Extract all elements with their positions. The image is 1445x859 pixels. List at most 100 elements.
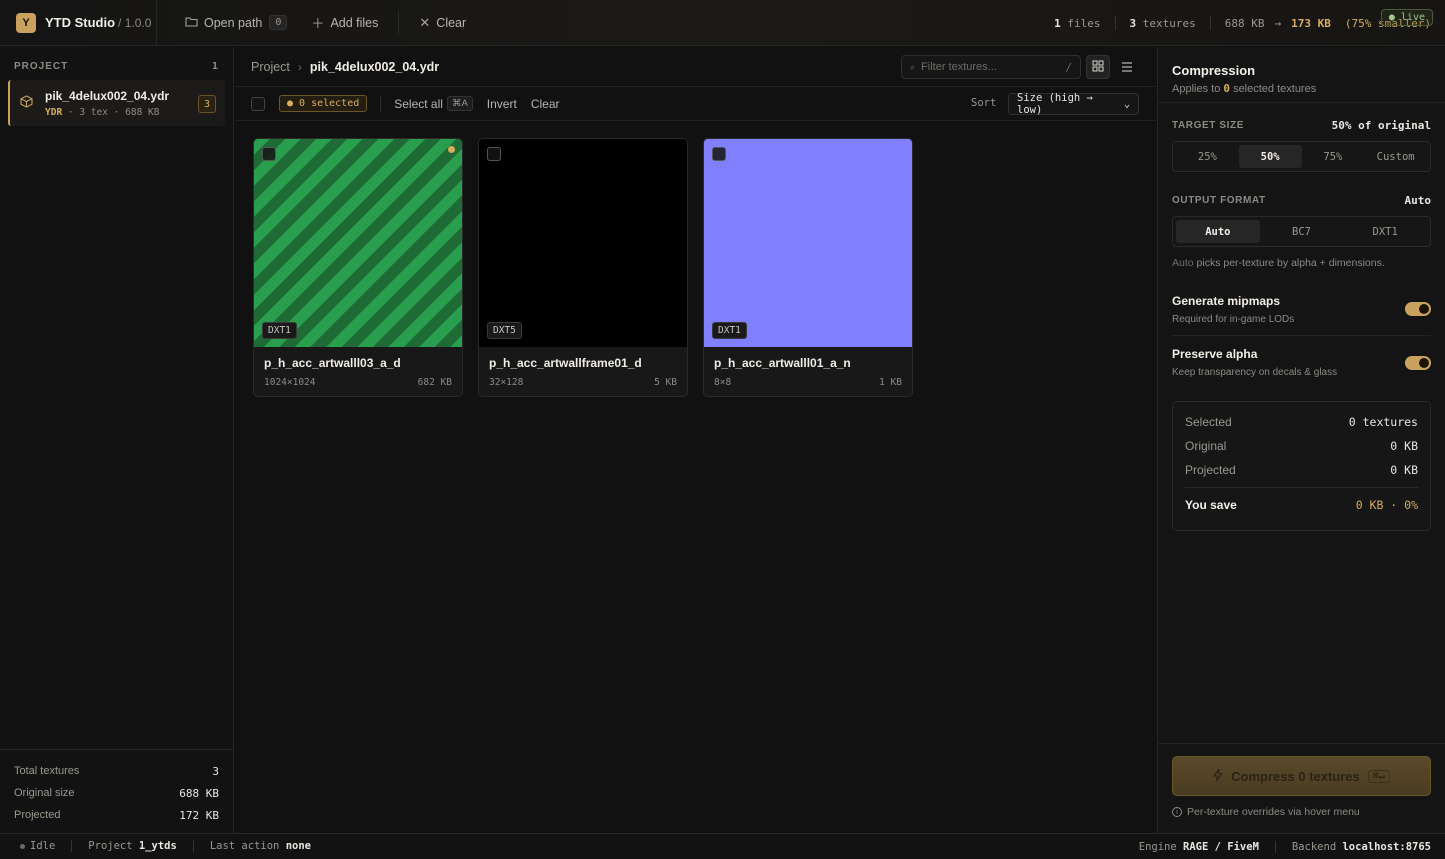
size-from: 688 KB — [1224, 16, 1265, 30]
sort-value: Size (high → low) — [1017, 92, 1093, 116]
alpha-title: Preserve alpha — [1172, 347, 1258, 361]
size-to: 173 KB — [1291, 16, 1331, 30]
breadcrumb: Project › pik_4delux002_04.ydr ⌕ Filter … — [235, 47, 1156, 87]
summary-selected-value: 0 textures — [1348, 415, 1418, 429]
live-badge: ● live — [1380, 9, 1433, 26]
panel-title: Compression — [1172, 63, 1256, 78]
filter-input[interactable]: ⌕ Filter textures... / — [901, 55, 1081, 79]
format-option-bc7[interactable]: BC7 — [1260, 220, 1344, 243]
status-idle: Idle — [30, 840, 56, 852]
texture-card[interactable]: DXT1 p_h_acc_artwalll01_a_n 8×8 1 KB — [703, 138, 913, 397]
projected-value: 172 KB — [179, 808, 219, 822]
clear-label: Clear — [436, 15, 467, 30]
app-logo: Y — [16, 12, 36, 33]
sidebar-item-file[interactable]: pik_4delux002_04.ydr YDR · 3 tex · 688 K… — [8, 80, 225, 126]
mipmaps-toggle[interactable] — [1405, 302, 1431, 316]
format-badge: DXT1 — [712, 322, 747, 339]
mipmaps-title: Generate mipmaps — [1172, 293, 1281, 308]
target-size-value: 50% of original — [1331, 119, 1431, 132]
status-engine-value: RAGE / FiveM — [1183, 840, 1259, 853]
info-icon: i — [1172, 807, 1182, 817]
select-all-label: Select all — [394, 96, 443, 111]
search-icon: ⌕ — [910, 61, 916, 72]
file-size: 688 KB — [125, 106, 160, 118]
files-count: 1 — [1054, 16, 1061, 30]
panel-footer: Compress 0 textures ⌘↵ i Per-texture ove… — [1158, 743, 1445, 833]
target-size-label: TARGET SIZE — [1172, 120, 1244, 131]
target-option-50[interactable]: 50% — [1238, 145, 1302, 168]
top-bar: Y YTD Studio / 1.0.0 Open path 0 ＋ Add f… — [0, 0, 1445, 46]
card-checkbox[interactable] — [712, 147, 726, 161]
selection-bar: ● 0 selected Select all ⌘A Invert Clear … — [235, 87, 1156, 121]
cube-icon — [20, 95, 33, 111]
open-path-label: Open path — [204, 15, 263, 30]
sort-select[interactable]: Size (high → low) ⌄ — [1008, 92, 1139, 116]
grid-view-button[interactable] — [1086, 55, 1110, 79]
target-option-25[interactable]: 25% — [1176, 145, 1239, 168]
sidebar-title: PROJECT — [14, 61, 69, 72]
mipmaps-row: Generate mipmaps Required for in-game LO… — [1172, 283, 1431, 336]
main-area: Project › pik_4delux002_04.ydr ⌕ Filter … — [235, 47, 1156, 833]
mipmaps-subtitle: Required for in-game LODs — [1172, 313, 1295, 325]
alpha-row: Preserve alpha Keep transparency on deca… — [1172, 336, 1431, 389]
sidebar-header: PROJECT 1 — [0, 47, 233, 80]
select-all-button[interactable]: Select all ⌘A — [394, 96, 473, 111]
texture-thumbnail-black: DXT5 — [479, 139, 687, 347]
panel-header: Compression Applies to 0 selected textur… — [1158, 47, 1445, 103]
texture-card[interactable]: DXT1 p_h_acc_artwalll03_a_d 1024×1024 68… — [253, 138, 463, 397]
overrides-note: i Per-texture overrides via hover menu — [1172, 806, 1431, 818]
card-checkbox[interactable] — [262, 147, 276, 161]
grid-icon — [1092, 60, 1104, 75]
status-project-value: 1_ytds — [138, 840, 177, 852]
format-hint: Auto picks per-texture by alpha + dimens… — [1172, 257, 1385, 269]
add-files-label: Add files — [330, 15, 379, 30]
alpha-subtitle: Keep transparency on decals & glass — [1172, 367, 1338, 378]
status-action-label: Last action — [209, 840, 280, 852]
summary-projected-label: Projected — [1185, 463, 1236, 477]
texture-card[interactable]: DXT5 p_h_acc_artwallframe01_d 32×128 5 K… — [478, 138, 688, 397]
list-view-button[interactable] — [1115, 55, 1139, 79]
status-backend-label: Backend — [1291, 840, 1337, 853]
total-textures-value: 3 — [212, 764, 219, 778]
texture-name: p_h_acc_artwalll01_a_n — [714, 356, 851, 370]
texture-thumbnail-striped: DXT1 — [254, 139, 462, 347]
breadcrumb-root[interactable]: Project — [251, 60, 290, 74]
invert-button[interactable]: Invert — [487, 97, 517, 111]
bolt-icon — [1213, 766, 1224, 784]
modified-dot — [448, 146, 455, 153]
format-option-auto[interactable]: Auto — [1176, 220, 1260, 243]
texture-name: p_h_acc_artwalll03_a_d — [264, 356, 401, 370]
output-format-segmented: Auto BC7 DXT1 — [1172, 216, 1431, 247]
target-size-segmented: 25% 50% 75% Custom — [1172, 141, 1431, 172]
format-option-dxt1[interactable]: DXT1 — [1343, 220, 1427, 243]
texture-size: 5 KB — [654, 377, 677, 388]
target-option-75[interactable]: 75% — [1302, 145, 1365, 168]
target-option-custom[interactable]: Custom — [1364, 145, 1427, 168]
file-name: pik_4delux002_04.ydr — [45, 88, 170, 103]
texture-size: 682 KB — [417, 377, 452, 388]
compress-button[interactable]: Compress 0 textures ⌘↵ — [1172, 756, 1431, 796]
clear-button[interactable]: ✕ Clear — [407, 0, 478, 46]
status-backend-value: localhost:8765 — [1342, 840, 1431, 853]
card-checkbox[interactable] — [487, 147, 501, 161]
status-project-label: Project — [88, 840, 133, 852]
output-format-label: OUTPUT FORMAT — [1172, 195, 1266, 206]
output-format-value: Auto — [1404, 194, 1432, 207]
output-format-section: OUTPUT FORMAT Auto Auto BC7 DXT1 Auto pi… — [1158, 194, 1445, 269]
savings-summary: Selected 0 textures Original 0 KB Projecte… — [1172, 401, 1431, 531]
open-path-count: 0 — [269, 15, 288, 30]
add-files-button[interactable]: ＋ Add files — [299, 0, 390, 46]
select-all-checkbox[interactable] — [251, 96, 265, 111]
file-type: YDR — [45, 106, 63, 118]
clear-selection-button[interactable]: Clear — [531, 97, 560, 111]
original-size-value: 688 KB — [179, 786, 219, 800]
stats-summary: 1 files 3 textures 688 KB → 173 KB (75% … — [1054, 0, 1431, 46]
panel-subtitle: Applies to 0 selected textures — [1172, 82, 1317, 95]
plus-icon: ＋ — [311, 16, 325, 31]
alpha-toggle[interactable] — [1405, 355, 1431, 370]
selected-count-pill: ● 0 selected — [279, 95, 368, 112]
summary-original-label: Original — [1185, 439, 1227, 453]
file-tex: 3 tex — [79, 106, 108, 118]
open-path-button[interactable]: Open path 0 — [173, 0, 299, 46]
textures-count: 3 — [1129, 16, 1137, 30]
